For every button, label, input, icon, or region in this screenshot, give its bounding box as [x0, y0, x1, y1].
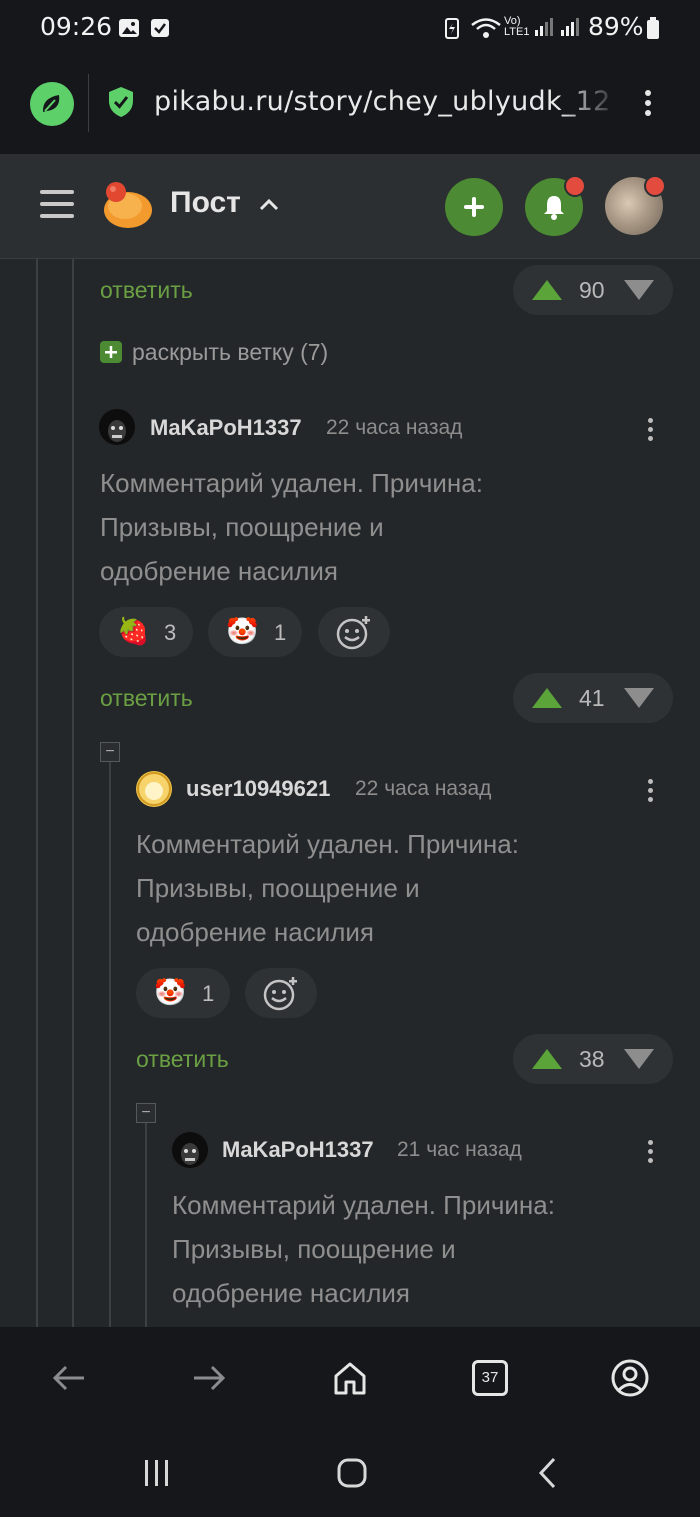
- reaction-count: 3: [164, 620, 177, 645]
- expand-branch-icon[interactable]: [100, 341, 122, 363]
- site-leaf-icon[interactable]: [29, 81, 75, 127]
- home-icon[interactable]: [332, 1360, 368, 1396]
- tabs-count-button[interactable]: 37: [472, 1360, 508, 1396]
- clown-icon: 🤡: [226, 616, 259, 646]
- pikabu-logo-icon[interactable]: [100, 180, 154, 230]
- collapse-branch-button[interactable]: −: [136, 1103, 156, 1123]
- add-emoji-icon: [263, 977, 297, 1011]
- upvote-icon[interactable]: [531, 279, 563, 301]
- plus-icon: [464, 197, 484, 217]
- vote-count: 41: [579, 685, 605, 711]
- reaction-strawberry[interactable]: 🍓 3: [99, 607, 193, 657]
- reaction-clown[interactable]: 🤡 1: [136, 968, 230, 1018]
- comment-username[interactable]: user10949621: [186, 776, 330, 802]
- url-divider: [88, 74, 89, 132]
- page-title[interactable]: Пост: [170, 186, 241, 220]
- comment-time: 22 часа назад: [355, 777, 492, 800]
- collapse-branch-button[interactable]: −: [100, 742, 120, 762]
- clown-icon: 🤡: [154, 977, 187, 1007]
- vote-count: 38: [579, 1046, 605, 1072]
- add-emoji-icon: [336, 616, 370, 650]
- battery-icon: [647, 17, 659, 39]
- reply-link[interactable]: ответить: [136, 1046, 229, 1073]
- add-reaction-button[interactable]: [318, 607, 390, 657]
- recent-apps-icon[interactable]: [142, 1458, 172, 1488]
- expand-branch-link[interactable]: раскрыть ветку (7): [132, 339, 328, 366]
- avatar[interactable]: [136, 771, 172, 807]
- browser-menu-icon[interactable]: [645, 86, 651, 120]
- vote-box: 38: [513, 1034, 673, 1084]
- checkbox-notification-icon: [151, 19, 169, 37]
- hamburger-menu-icon[interactable]: [40, 188, 74, 220]
- profile-badge: [644, 175, 666, 197]
- reaction-count: 1: [202, 981, 215, 1006]
- url-fade: [560, 80, 620, 130]
- status-time: 09:26: [40, 12, 113, 41]
- comment-text: Комментарий удален. Причина: Призывы, по…: [136, 829, 519, 947]
- comment-text: Комментарий удален. Причина: Призывы, по…: [100, 468, 483, 586]
- signal-icon: [535, 18, 553, 36]
- upvote-icon[interactable]: [531, 1048, 563, 1070]
- reaction-count: 1: [274, 620, 287, 645]
- account-icon[interactable]: [611, 1359, 649, 1397]
- comment-username[interactable]: MaKaPoH1337: [222, 1137, 374, 1163]
- comment-menu-icon[interactable]: [648, 414, 653, 445]
- secure-shield-icon[interactable]: [107, 86, 135, 118]
- thread-line-1: [36, 258, 38, 1327]
- image-notification-icon: [119, 19, 139, 37]
- create-post-button[interactable]: [445, 178, 503, 236]
- reaction-clown[interactable]: 🤡 1: [208, 607, 302, 657]
- volte-icon: Vo) LTE1: [504, 15, 530, 38]
- reply-link[interactable]: ответить: [100, 685, 193, 712]
- forward-arrow-icon[interactable]: [192, 1364, 226, 1392]
- reply-link[interactable]: ответить: [100, 277, 193, 304]
- thread-line-2: [72, 258, 74, 1327]
- comment-username[interactable]: MaKaPoH1337: [150, 415, 302, 441]
- strawberry-icon: 🍓: [117, 616, 150, 646]
- comment-time: 21 час назад: [397, 1138, 522, 1161]
- comment-menu-icon[interactable]: [648, 1136, 653, 1167]
- vote-box: 90: [513, 265, 673, 315]
- comment-time: 22 часа назад: [326, 416, 463, 439]
- add-reaction-button[interactable]: [245, 968, 317, 1018]
- upvote-icon[interactable]: [531, 687, 563, 709]
- comment-text: Комментарий удален. Причина: Призывы, по…: [172, 1190, 555, 1308]
- url-text[interactable]: pikabu.ru/story/chey_ublyudk_12: [154, 86, 614, 117]
- avatar[interactable]: [99, 409, 135, 445]
- downvote-icon[interactable]: [623, 687, 655, 709]
- avatar[interactable]: [172, 1132, 208, 1168]
- system-back-icon[interactable]: [536, 1456, 560, 1490]
- signal-icon-2: [561, 18, 579, 36]
- chevron-up-icon[interactable]: [258, 196, 280, 212]
- downvote-icon[interactable]: [623, 1048, 655, 1070]
- comment-menu-icon[interactable]: [648, 775, 653, 806]
- thread-line-3: [109, 762, 111, 1327]
- vote-count: 90: [579, 277, 605, 303]
- vote-box: 41: [513, 673, 673, 723]
- wifi-icon: [471, 18, 501, 38]
- home-button-icon[interactable]: [336, 1457, 368, 1489]
- back-arrow-icon[interactable]: [52, 1364, 86, 1392]
- notifications-badge: [564, 175, 586, 197]
- battery-saver-icon: [445, 18, 459, 39]
- thread-line-4: [145, 1123, 147, 1327]
- downvote-icon[interactable]: [623, 279, 655, 301]
- battery-percent: 89%: [588, 12, 644, 41]
